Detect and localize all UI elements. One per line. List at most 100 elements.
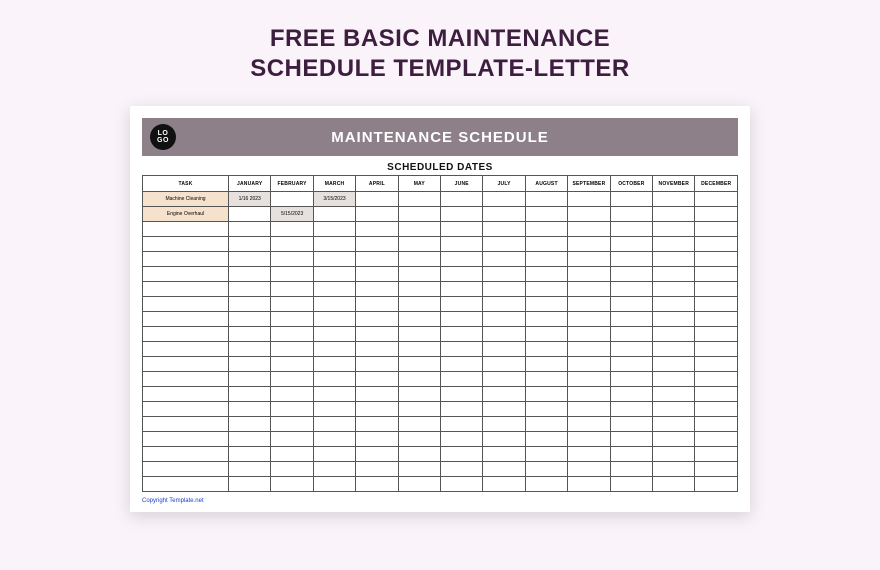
date-cell bbox=[695, 222, 738, 237]
date-cell bbox=[568, 252, 610, 267]
date-cell bbox=[568, 312, 610, 327]
date-cell bbox=[695, 417, 738, 432]
table-row bbox=[143, 237, 738, 252]
date-cell bbox=[695, 327, 738, 342]
date-cell bbox=[695, 432, 738, 447]
date-cell bbox=[695, 207, 738, 222]
task-cell bbox=[143, 342, 229, 357]
date-cell bbox=[441, 477, 483, 492]
date-cell bbox=[695, 402, 738, 417]
date-cell bbox=[356, 387, 398, 402]
date-cell bbox=[271, 222, 313, 237]
date-cell bbox=[483, 192, 525, 207]
date-cell bbox=[398, 432, 440, 447]
table-row bbox=[143, 372, 738, 387]
date-cell bbox=[356, 432, 398, 447]
date-cell bbox=[610, 357, 652, 372]
date-cell bbox=[441, 252, 483, 267]
date-cell bbox=[653, 297, 695, 312]
date-cell bbox=[695, 357, 738, 372]
date-cell bbox=[695, 192, 738, 207]
date-cell bbox=[695, 447, 738, 462]
task-cell bbox=[143, 402, 229, 417]
date-cell bbox=[483, 447, 525, 462]
date-cell bbox=[568, 282, 610, 297]
date-cell bbox=[398, 267, 440, 282]
date-cell bbox=[483, 222, 525, 237]
logo-top: LO bbox=[158, 130, 169, 137]
page-title: FREE BASIC MAINTENANCE SCHEDULE TEMPLATE… bbox=[250, 24, 630, 84]
date-cell bbox=[653, 387, 695, 402]
date-cell bbox=[271, 462, 313, 477]
date-cell bbox=[525, 207, 567, 222]
date-cell bbox=[356, 282, 398, 297]
date-cell bbox=[313, 207, 355, 222]
date-cell bbox=[568, 402, 610, 417]
task-cell bbox=[143, 432, 229, 447]
date-cell bbox=[483, 237, 525, 252]
date-cell: 5/15/2023 bbox=[271, 207, 313, 222]
date-cell bbox=[483, 312, 525, 327]
date-cell bbox=[356, 222, 398, 237]
date-cell bbox=[568, 357, 610, 372]
date-cell bbox=[398, 417, 440, 432]
date-cell bbox=[398, 447, 440, 462]
table-row bbox=[143, 312, 738, 327]
banner: LO GO MAINTENANCE SCHEDULE bbox=[142, 118, 738, 156]
date-cell bbox=[356, 357, 398, 372]
date-cell bbox=[313, 267, 355, 282]
date-cell bbox=[568, 477, 610, 492]
date-cell bbox=[525, 222, 567, 237]
task-cell bbox=[143, 327, 229, 342]
date-cell bbox=[441, 312, 483, 327]
date-cell bbox=[525, 282, 567, 297]
date-cell: 3/15/2023 bbox=[313, 192, 355, 207]
section-title: SCHEDULED DATES bbox=[142, 162, 738, 173]
date-cell bbox=[441, 417, 483, 432]
col-task: TASK bbox=[143, 176, 229, 192]
date-cell bbox=[313, 477, 355, 492]
date-cell bbox=[313, 282, 355, 297]
date-cell bbox=[653, 462, 695, 477]
date-cell bbox=[271, 387, 313, 402]
task-cell bbox=[143, 477, 229, 492]
date-cell bbox=[483, 417, 525, 432]
date-cell bbox=[610, 237, 652, 252]
date-cell bbox=[398, 207, 440, 222]
date-cell bbox=[653, 192, 695, 207]
date-cell bbox=[610, 387, 652, 402]
date-cell bbox=[695, 462, 738, 477]
date-cell bbox=[398, 237, 440, 252]
col-month: SEPTEMBER bbox=[568, 176, 610, 192]
date-cell bbox=[271, 282, 313, 297]
date-cell bbox=[568, 342, 610, 357]
date-cell bbox=[313, 372, 355, 387]
col-month: AUGUST bbox=[525, 176, 567, 192]
date-cell bbox=[483, 282, 525, 297]
date-cell bbox=[229, 477, 271, 492]
date-cell bbox=[271, 417, 313, 432]
date-cell bbox=[229, 402, 271, 417]
date-cell bbox=[610, 462, 652, 477]
date-cell bbox=[398, 372, 440, 387]
date-cell bbox=[653, 282, 695, 297]
date-cell bbox=[568, 297, 610, 312]
date-cell bbox=[610, 312, 652, 327]
date-cell bbox=[610, 282, 652, 297]
date-cell bbox=[398, 342, 440, 357]
date-cell bbox=[398, 462, 440, 477]
date-cell bbox=[610, 252, 652, 267]
date-cell bbox=[356, 477, 398, 492]
date-cell bbox=[653, 222, 695, 237]
date-cell bbox=[313, 417, 355, 432]
date-cell bbox=[356, 342, 398, 357]
date-cell bbox=[356, 252, 398, 267]
date-cell bbox=[313, 402, 355, 417]
date-cell bbox=[441, 297, 483, 312]
date-cell bbox=[653, 252, 695, 267]
date-cell bbox=[229, 357, 271, 372]
copyright: Copyright Template.net bbox=[142, 498, 738, 504]
date-cell bbox=[525, 192, 567, 207]
table-row bbox=[143, 357, 738, 372]
date-cell bbox=[525, 297, 567, 312]
